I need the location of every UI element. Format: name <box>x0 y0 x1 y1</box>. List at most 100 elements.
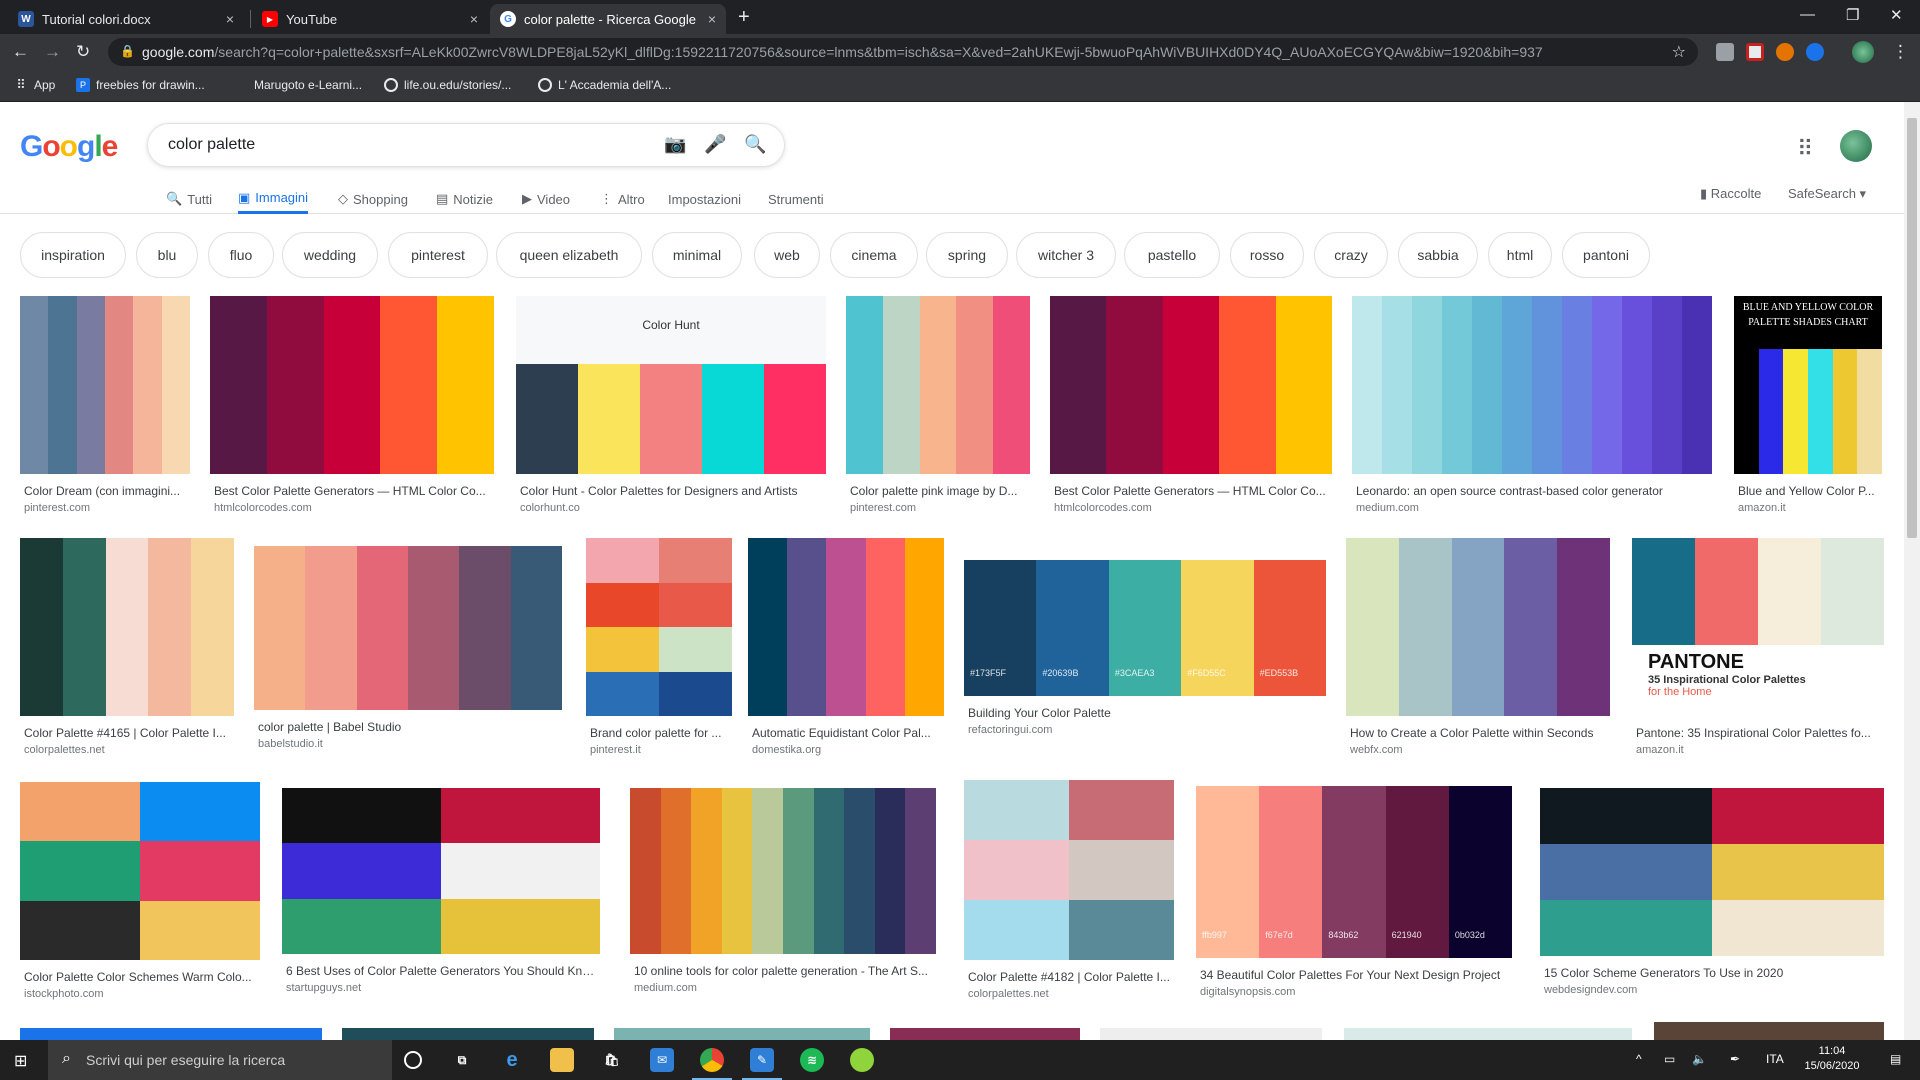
result-caption[interactable]: Automatic Equidistant Color Pal... <box>752 726 940 740</box>
profile-avatar[interactable] <box>1852 41 1874 63</box>
chip[interactable]: inspiration <box>20 232 126 278</box>
bookmark-apps[interactable]: ⠿ App <box>14 77 55 92</box>
tab-strumenti[interactable]: Strumenti <box>768 184 824 214</box>
extension-icon[interactable] <box>1716 43 1734 61</box>
tab-tutti[interactable]: 🔍 Tutti <box>166 184 212 214</box>
chip[interactable]: html <box>1488 232 1552 278</box>
result-caption[interactable]: 34 Beautiful Color Palettes For Your Nex… <box>1200 968 1508 982</box>
chip[interactable]: wedding <box>282 232 378 278</box>
chip[interactable]: pinterest <box>388 232 488 278</box>
result-source[interactable]: refactoringui.com <box>968 724 1052 736</box>
result-thumbnail[interactable] <box>586 538 732 716</box>
account-avatar[interactable] <box>1840 130 1872 162</box>
image-result[interactable]: 15 Color Scheme Generators To Use in 202… <box>1540 788 1884 1000</box>
result-caption[interactable]: Blue and Yellow Color P... <box>1738 484 1878 498</box>
result-source[interactable]: webdesigndev.com <box>1544 984 1637 996</box>
result-thumbnail[interactable] <box>630 788 936 954</box>
tab-immagini[interactable]: ▣ Immagini <box>238 184 309 214</box>
result-source[interactable]: medium.com <box>634 982 697 994</box>
result-source[interactable]: pinterest.com <box>850 502 916 514</box>
close-icon[interactable]: × <box>226 11 234 27</box>
image-result[interactable]: BLUE AND YELLOW COLOR PALETTE SHADES CHA… <box>1734 296 1882 518</box>
back-icon[interactable]: ← <box>12 42 29 62</box>
result-caption[interactable]: Color Palette Color Schemes Warm Colo... <box>24 970 256 984</box>
result-source[interactable]: startupguys.net <box>286 982 361 994</box>
result-caption[interactable]: Color Palette #4165 | Color Palette I... <box>24 726 230 740</box>
tab-notizie[interactable]: ▤ Notizie <box>436 184 493 214</box>
mail-icon[interactable]: ✉ <box>650 1048 674 1072</box>
minimize-icon[interactable]: — <box>1800 6 1815 23</box>
image-result[interactable]: Color Palette Color Schemes Warm Colo...… <box>20 782 260 1004</box>
result-source[interactable]: colorpalettes.net <box>24 744 105 756</box>
bookmark-life-ou[interactable]: life.ou.edu/stories/... <box>384 78 511 92</box>
result-source[interactable]: amazon.it <box>1738 502 1786 514</box>
result-caption[interactable]: Best Color Palette Generators — HTML Col… <box>1054 484 1328 498</box>
result-caption[interactable]: 10 online tools for color palette genera… <box>634 964 932 978</box>
image-result[interactable]: 6 Best Uses of Color Palette Generators … <box>282 788 600 998</box>
result-thumbnail[interactable] <box>748 538 944 716</box>
chip[interactable]: sabbia <box>1398 232 1478 278</box>
result-thumbnail[interactable]: ffb997 f67e7d 843b62 621940 0b032d <box>1196 786 1512 958</box>
new-tab-button[interactable]: + <box>738 6 750 29</box>
microphone-icon[interactable]: 🎤 <box>704 134 726 155</box>
reload-icon[interactable]: ↻ <box>76 42 90 62</box>
result-thumbnail[interactable] <box>20 782 260 960</box>
image-result[interactable]: Color Palette #4182 | Color Palette I...… <box>964 780 1174 1004</box>
partial-thumbnail[interactable] <box>890 1028 1080 1040</box>
image-result[interactable]: #173F5F #20639B #3CAEA3 #F6D55C #ED553B Build… <box>964 560 1326 740</box>
network-icon[interactable]: ▭ <box>1664 1052 1675 1066</box>
bookmark-freebies[interactable]: P freebies for drawin... <box>76 78 205 92</box>
chip[interactable]: fluo <box>208 232 274 278</box>
tab-color-palette[interactable]: G color palette - Ricerca Google × <box>490 4 726 34</box>
tab-tutorial-colori[interactable]: W Tutorial colori.docx × <box>8 4 244 34</box>
google-apps-icon[interactable]: ⠿ <box>1797 136 1814 162</box>
image-result[interactable]: color palette | Babel Studio babelstudio.… <box>254 546 562 754</box>
result-source[interactable]: colorpalettes.net <box>968 988 1049 1000</box>
image-result[interactable]: PANTONE 35 Inspirational Color Palettes fo… <box>1632 538 1884 760</box>
chip[interactable]: blu <box>136 232 198 278</box>
chip[interactable]: pantoni <box>1562 232 1650 278</box>
result-thumbnail[interactable] <box>964 780 1174 960</box>
result-thumbnail[interactable] <box>282 788 600 954</box>
result-source[interactable]: colorhunt.co <box>520 502 580 514</box>
result-caption[interactable]: Color Palette #4182 | Color Palette I... <box>968 970 1170 984</box>
search-icon[interactable]: 🔍 <box>744 134 766 155</box>
result-caption[interactable]: Best Color Palette Generators — HTML Col… <box>214 484 490 498</box>
image-result[interactable]: ffb997 f67e7d 843b62 621940 0b032d 34 Beautif… <box>1196 786 1512 1002</box>
chip[interactable]: cinema <box>830 232 918 278</box>
image-result[interactable]: Best Color Palette Generators — HTML Col… <box>1050 296 1332 518</box>
result-source[interactable]: domestika.org <box>752 744 821 756</box>
extension-icon[interactable] <box>1776 43 1794 61</box>
result-source[interactable]: amazon.it <box>1636 744 1684 756</box>
url-text[interactable]: google.com/search?q=color+palette&sxsrf=… <box>142 44 1662 60</box>
spotify-icon[interactable]: ≋ <box>800 1048 824 1072</box>
extension-icon[interactable] <box>1746 43 1764 61</box>
taskbar-search[interactable]: ⌕ Scrivi qui per eseguire la ricerca <box>48 1040 392 1080</box>
result-source[interactable]: htmlcolorcodes.com <box>1054 502 1152 514</box>
partial-thumbnail[interactable] <box>614 1028 870 1040</box>
volume-icon[interactable]: 🔈 <box>1692 1052 1707 1066</box>
bookmark-star-icon[interactable]: ☆ <box>1672 42 1686 62</box>
image-result[interactable]: Color palette pink image by D... pinteres… <box>846 296 1030 518</box>
result-caption[interactable]: Color Hunt - Color Palettes for Designer… <box>520 484 822 498</box>
pen-icon[interactable]: ✒ <box>1730 1052 1740 1066</box>
result-source[interactable]: medium.com <box>1356 502 1419 514</box>
tab-altro[interactable]: ⋮ Altro <box>600 184 645 214</box>
tab-impostazioni[interactable]: Impostazioni <box>668 184 741 214</box>
chip[interactable]: witcher 3 <box>1016 232 1116 278</box>
chip[interactable]: minimal <box>652 232 742 278</box>
result-thumbnail[interactable] <box>1352 296 1712 474</box>
safesearch-dropdown[interactable]: SafeSearch ▾ <box>1788 186 1866 202</box>
result-source[interactable]: webfx.com <box>1350 744 1403 756</box>
result-caption[interactable]: Leonardo: an open source contrast-based … <box>1356 484 1708 498</box>
result-thumbnail[interactable] <box>254 546 562 710</box>
image-result[interactable]: Color Palette #4165 | Color Palette I...… <box>20 538 234 760</box>
result-thumbnail[interactable] <box>210 296 494 474</box>
search-input[interactable]: color palette <box>168 136 255 154</box>
language-indicator[interactable]: ITA <box>1766 1052 1784 1066</box>
restore-icon[interactable]: ❐ <box>1846 6 1859 24</box>
result-thumbnail[interactable]: PANTONE 35 Inspirational Color Palettes fo… <box>1632 538 1884 716</box>
chevron-up-icon[interactable]: ^ <box>1636 1052 1642 1066</box>
extension-icon[interactable] <box>1806 43 1824 61</box>
scrollbar-thumb[interactable] <box>1907 118 1917 538</box>
